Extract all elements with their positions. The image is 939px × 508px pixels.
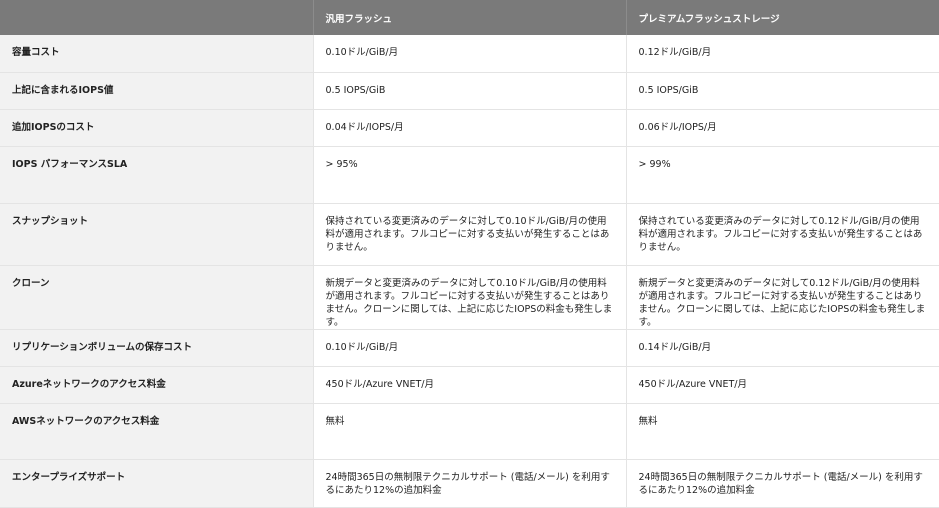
general-flash-value: 0.5 IOPS/GiB [313,72,627,110]
premium-flash-value: 0.5 IOPS/GiB [626,72,939,110]
general-flash-value: 0.10ドル/GiB/月 [313,329,627,367]
row-label: 上記に含まれるIOPS値 [0,72,314,110]
header-general-flash: 汎用フラッシュ [313,0,627,35]
row-label: AWSネットワークのアクセス料金 [0,403,314,460]
general-flash-value: > 95% [313,146,627,204]
pricing-comparison-table: 汎用フラッシュ プレミアムフラッシュストレージ 容量コスト 0.10ドル/GiB… [0,0,939,508]
table-row: エンタープライズサポート 24時間365日の無制限テクニカルサポート (電話/メ… [0,459,939,508]
row-label: IOPS パフォーマンスSLA [0,146,314,204]
table-row: 追加IOPSのコスト 0.04ドル/IOPS/月 0.06ドル/IOPS/月 [0,109,939,147]
table-row: AWSネットワークのアクセス料金 無料 無料 [0,403,939,460]
row-label: 容量コスト [0,35,314,73]
table-row: スナップショット 保持されている変更済みのデータに対して0.10ドル/GiB/月… [0,203,939,266]
general-flash-value: 無料 [313,403,627,460]
premium-flash-value: 0.12ドル/GiB/月 [626,35,939,73]
row-label: スナップショット [0,203,314,266]
general-flash-value: 新規データと変更済みのデータに対して0.10ドル/GiB/月の使用料が適用されま… [313,265,627,330]
table-row: IOPS パフォーマンスSLA > 95% > 99% [0,146,939,204]
row-label: Azureネットワークのアクセス料金 [0,366,314,404]
premium-flash-value: > 99% [626,146,939,204]
table-row: 上記に含まれるIOPS値 0.5 IOPS/GiB 0.5 IOPS/GiB [0,72,939,110]
header-premium-flash: プレミアムフラッシュストレージ [626,0,939,35]
premium-flash-value: 無料 [626,403,939,460]
premium-flash-value: 保持されている変更済みのデータに対して0.12ドル/GiB/月の使用料が適用され… [626,203,939,266]
row-label: エンタープライズサポート [0,459,314,508]
row-label: クローン [0,265,314,330]
general-flash-value: 24時間365日の無制限テクニカルサポート (電話/メール) を利用するにあたり… [313,459,627,508]
premium-flash-value: 450ドル/Azure VNET/月 [626,366,939,404]
table-row: 容量コスト 0.10ドル/GiB/月 0.12ドル/GiB/月 [0,35,939,73]
general-flash-value: 保持されている変更済みのデータに対して0.10ドル/GiB/月の使用料が適用され… [313,203,627,266]
premium-flash-value: 0.06ドル/IOPS/月 [626,109,939,147]
row-label: 追加IOPSのコスト [0,109,314,147]
general-flash-value: 0.04ドル/IOPS/月 [313,109,627,147]
premium-flash-value: 24時間365日の無制限テクニカルサポート (電話/メール) を利用するにあたり… [626,459,939,508]
general-flash-value: 450ドル/Azure VNET/月 [313,366,627,404]
premium-flash-value: 新規データと変更済みのデータに対して0.12ドル/GiB/月の使用料が適用されま… [626,265,939,330]
premium-flash-value: 0.14ドル/GiB/月 [626,329,939,367]
header-empty-cell [0,0,314,35]
table-row: クローン 新規データと変更済みのデータに対して0.10ドル/GiB/月の使用料が… [0,265,939,330]
table-row: リプリケーションボリュームの保存コスト 0.10ドル/GiB/月 0.14ドル/… [0,329,939,367]
table-row: Azureネットワークのアクセス料金 450ドル/Azure VNET/月 45… [0,366,939,404]
general-flash-value: 0.10ドル/GiB/月 [313,35,627,73]
table-header-row: 汎用フラッシュ プレミアムフラッシュストレージ [0,0,939,35]
row-label: リプリケーションボリュームの保存コスト [0,329,314,367]
